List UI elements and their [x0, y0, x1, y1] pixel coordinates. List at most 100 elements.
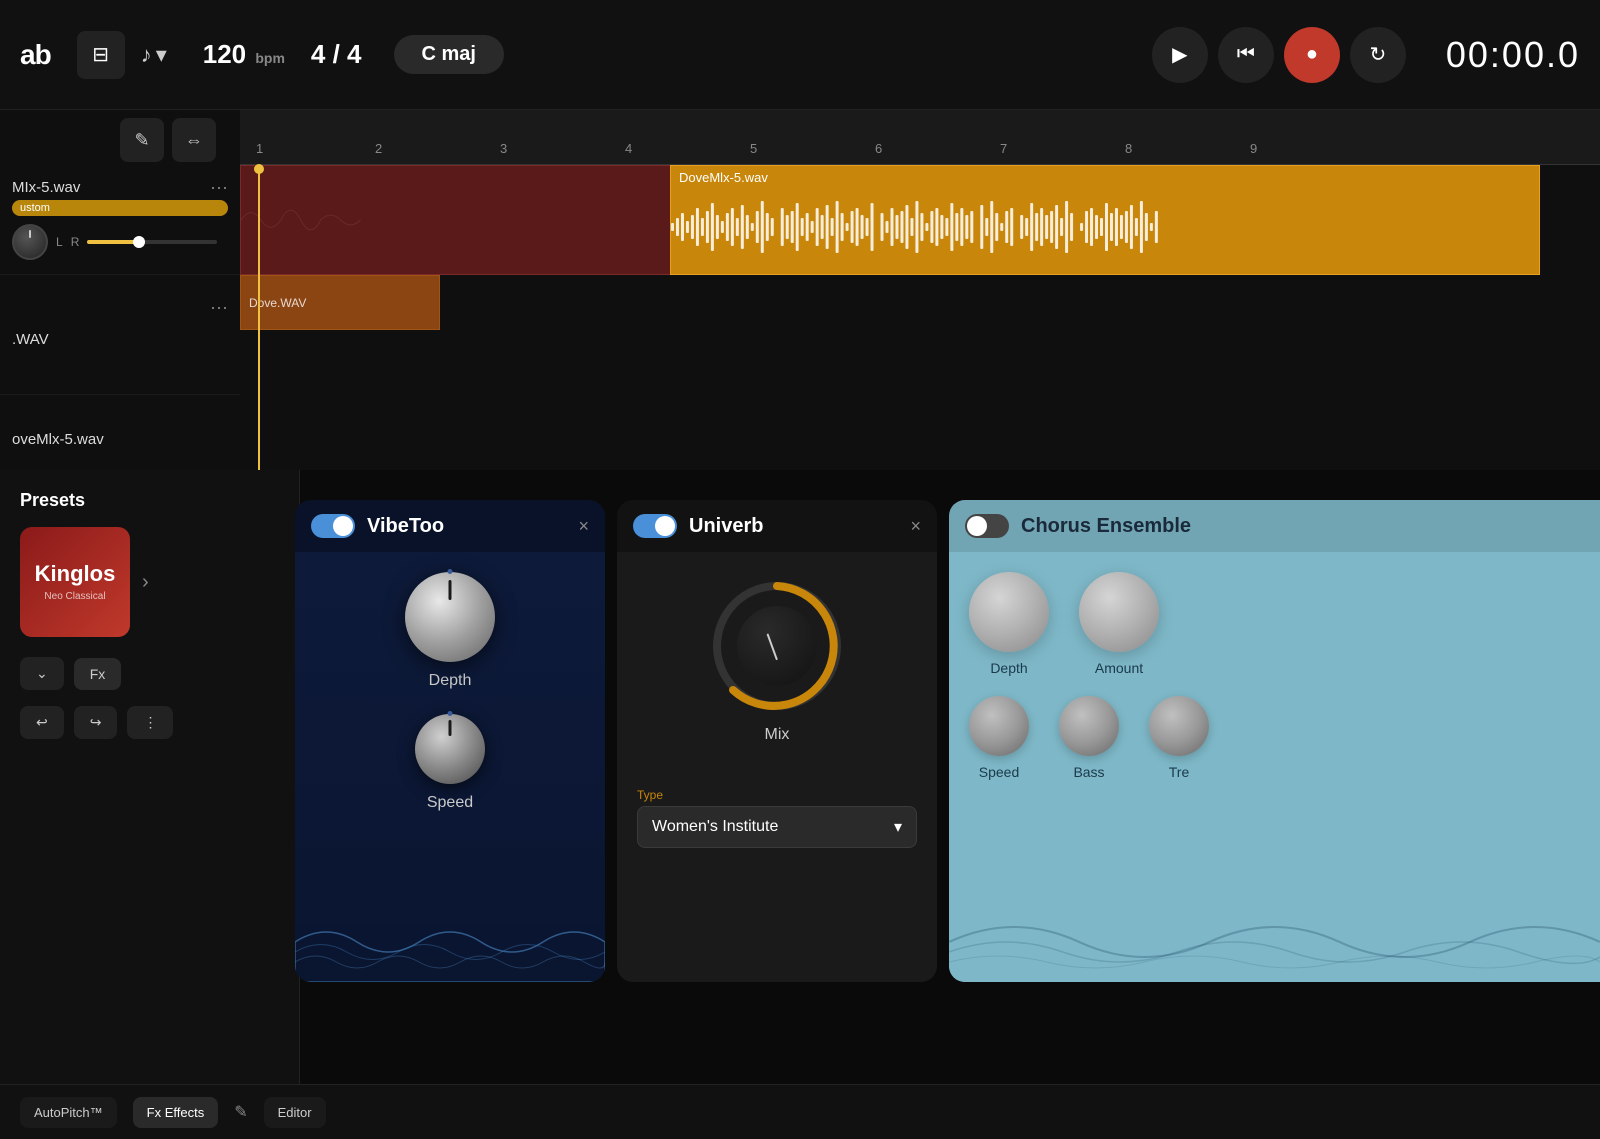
- chorus-depth-group: Depth: [969, 572, 1049, 676]
- vibetoo-toggle[interactable]: [311, 514, 355, 538]
- chorus-name: Chorus Ensemble: [1021, 515, 1584, 538]
- chorus-depth-label: Depth: [990, 660, 1027, 676]
- editor-button[interactable]: Editor: [264, 1097, 326, 1128]
- presets-heading: Presets: [20, 490, 279, 511]
- midi-menu-button[interactable]: ♪ ▾: [141, 42, 167, 68]
- vibetoo-depth-knob[interactable]: [405, 572, 495, 662]
- chorus-treble-knob[interactable]: [1149, 696, 1209, 756]
- ruler-mark-7: 7: [1000, 141, 1007, 156]
- pencil-mode-icon: ✎: [134, 130, 149, 151]
- track-content: DoveMlx-5.wav: [240, 165, 1600, 470]
- track-2-menu[interactable]: ···: [210, 297, 228, 318]
- vibetoo-wave-bg: [295, 862, 605, 982]
- chorus-bass-knob[interactable]: [1059, 696, 1119, 756]
- track-1-region-red[interactable]: [240, 165, 740, 275]
- redo-icon: ↪: [90, 714, 102, 731]
- univerb-toggle[interactable]: [633, 514, 677, 538]
- univerb-header: Univerb ×: [617, 500, 937, 552]
- play-icon: ▶: [1172, 42, 1187, 67]
- time-signature[interactable]: 4 / 4: [311, 39, 362, 70]
- playhead[interactable]: [258, 165, 260, 470]
- track-1-badge: ustom: [12, 200, 228, 216]
- ruler-mark-3: 3: [500, 141, 507, 156]
- link-mode-button[interactable]: ⇔: [172, 118, 216, 162]
- preset-brand: Kinglos: [35, 562, 116, 586]
- ruler-mark-6: 6: [875, 141, 882, 156]
- preset-card-kinglos[interactable]: Kinglos Neo Classical: [20, 527, 130, 637]
- history-back-button[interactable]: ↩: [20, 706, 64, 739]
- vibetoo-close-button[interactable]: ×: [578, 516, 589, 537]
- bpm-display[interactable]: 120 bpm: [203, 39, 285, 70]
- record-icon: ●: [1306, 43, 1318, 66]
- track-2-region-brown[interactable]: Dove.WAV: [240, 275, 440, 330]
- vibetoo-depth-label: Depth: [429, 672, 472, 690]
- chorus-amount-knob[interactable]: [1079, 572, 1159, 652]
- chorus-treble-group: Tre: [1149, 696, 1209, 780]
- univerb-type-label: Type: [637, 788, 917, 802]
- transport-controls: ▶ ⏮ ● ↻ 00:00.0: [1152, 27, 1580, 83]
- dropdown-arrow-icon: ▾: [156, 42, 167, 68]
- track-1-pan-knob[interactable]: [12, 224, 48, 260]
- skip-back-button[interactable]: ⏮: [1218, 27, 1274, 83]
- left-panel: Presets Kinglos Neo Classical › ⌄ Fx ↩: [0, 470, 300, 1139]
- univerb-knob-inner: [737, 606, 817, 686]
- chorus-wave-bg: [949, 882, 1600, 982]
- track-2-name: .WAV: [12, 331, 49, 348]
- lr-label-right: R: [71, 235, 80, 249]
- pencil-mode-button[interactable]: ✎: [120, 118, 164, 162]
- univerb-type-select[interactable]: Women's Institute ▾: [637, 806, 917, 848]
- fx-button[interactable]: Fx: [74, 658, 122, 690]
- ruler-mark-1: 1: [256, 141, 263, 156]
- univerb-name: Univerb: [689, 515, 910, 538]
- play-button[interactable]: ▶: [1152, 27, 1208, 83]
- track-1-region-gold[interactable]: DoveMlx-5.wav: [670, 165, 1540, 275]
- chorus-toggle[interactable]: [965, 514, 1009, 538]
- track-1-volume-slider[interactable]: [87, 240, 217, 244]
- record-button[interactable]: ●: [1284, 27, 1340, 83]
- track-1-menu[interactable]: ···: [210, 177, 228, 198]
- vibetoo-speed-knob[interactable]: [415, 714, 485, 784]
- collapse-button[interactable]: ⌄: [20, 657, 64, 690]
- vibetoo-speed-label: Speed: [427, 794, 473, 812]
- plugin-univerb: Univerb × Mix Type: [617, 500, 937, 982]
- vibetoo-name: VibeToo: [367, 515, 578, 538]
- ellipsis-icon: ⋮: [143, 714, 157, 731]
- midi-icon: ♪: [141, 42, 152, 68]
- track-1-name: MIx-5.wav: [12, 179, 80, 196]
- loop-button[interactable]: ↻: [1350, 27, 1406, 83]
- ruler-mark-4: 4: [625, 141, 632, 156]
- bottom-bar: AutoPitch™ Fx Effects ✎ Editor: [0, 1084, 1600, 1139]
- univerb-mix-label: Mix: [765, 726, 790, 744]
- chorus-depth-knob[interactable]: [969, 572, 1049, 652]
- univerb-body: Mix Type Women's Institute ▾: [617, 552, 937, 982]
- type-dropdown-arrow-icon: ▾: [894, 817, 902, 837]
- toggle-panel-button[interactable]: ⊟: [77, 31, 125, 79]
- fx-effects-button[interactable]: Fx Effects: [133, 1097, 219, 1128]
- key-selector[interactable]: C maj: [394, 35, 504, 74]
- vibetoo-body: Depth Speed: [295, 552, 605, 982]
- bpm-unit: bpm: [255, 50, 285, 66]
- ruler-mark-9: 9: [1250, 141, 1257, 156]
- chorus-bottom-knobs: Speed Bass Tre: [969, 696, 1580, 780]
- chorus-body: Depth Amount Speed Bass: [949, 552, 1600, 982]
- univerb-mix-knob-container[interactable]: [713, 582, 841, 710]
- track-3-name: oveMlx-5.wav: [12, 431, 228, 448]
- ruler-mark-5: 5: [750, 141, 757, 156]
- track-area: ✎ ⇔ MIx-5.wav ··· ustom L R .WAV ··· ove…: [0, 110, 1600, 470]
- univerb-type-value: Women's Institute: [652, 818, 778, 836]
- gold-waveform: [671, 193, 1539, 263]
- track-2-header: .WAV ···: [0, 285, 240, 395]
- skip-back-icon: ⏮: [1237, 43, 1255, 66]
- univerb-close-button[interactable]: ×: [910, 516, 921, 537]
- chorus-treble-label: Tre: [1169, 764, 1189, 780]
- time-display: 00:00.0: [1446, 34, 1580, 76]
- history-forward-button[interactable]: ↪: [74, 706, 118, 739]
- autopitch-button[interactable]: AutoPitch™: [20, 1097, 117, 1128]
- link-mode-icon: ⇔: [185, 130, 203, 151]
- more-options-button[interactable]: ⋮: [127, 706, 173, 739]
- chorus-speed-knob[interactable]: [969, 696, 1029, 756]
- autopitch-label: AutoPitch™: [34, 1105, 103, 1120]
- track-1-header: MIx-5.wav ··· ustom L R: [0, 165, 240, 275]
- ruler-mark-2: 2: [375, 141, 382, 156]
- presets-next-button[interactable]: ›: [142, 571, 149, 594]
